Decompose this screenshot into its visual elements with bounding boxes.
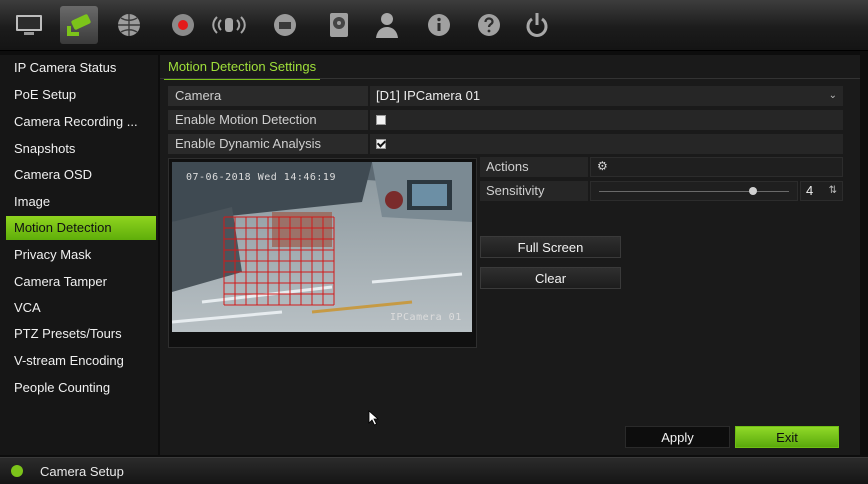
- actions-label: Actions: [480, 157, 588, 177]
- enable-motion-detection-label: Enable Motion Detection: [168, 110, 368, 130]
- camera-select-value: [D1] IPCamera 01: [376, 88, 481, 103]
- sensitivity-label: Sensitivity: [480, 181, 588, 201]
- osd-camera-name: IPCamera 01: [390, 312, 462, 323]
- exit-button[interactable]: Exit: [735, 426, 839, 448]
- motion-detection-grid[interactable]: [172, 162, 472, 332]
- sidebar-item-snapshots[interactable]: Snapshots: [6, 137, 156, 161]
- sidebar-item-camera-recording[interactable]: Camera Recording ...: [6, 110, 156, 134]
- tab-divider: [160, 78, 860, 79]
- sidebar-item-image[interactable]: Image: [6, 190, 156, 214]
- stepper-arrows-icon[interactable]: ⇅: [829, 182, 837, 200]
- sidebar-item-motion-detection[interactable]: Motion Detection: [6, 216, 156, 240]
- sidebar-item-vca[interactable]: VCA: [6, 296, 156, 320]
- slider-track: [599, 191, 789, 192]
- actions-settings[interactable]: ⚙: [590, 157, 843, 177]
- osd-datetime: 07-06-2018 Wed 14:46:19: [186, 172, 336, 183]
- apply-button[interactable]: Apply: [625, 426, 730, 448]
- enable-dynamic-analysis-checkbox[interactable]: [376, 139, 386, 149]
- sidebar-item-camera-osd[interactable]: Camera OSD: [6, 163, 156, 187]
- display-icon[interactable]: [10, 6, 48, 44]
- device-icon[interactable]: [266, 6, 304, 44]
- info-icon[interactable]: [420, 6, 458, 44]
- mouse-cursor-icon: [368, 410, 380, 426]
- help-icon[interactable]: [470, 6, 508, 44]
- full-screen-button[interactable]: Full Screen: [480, 236, 621, 258]
- gear-icon[interactable]: ⚙: [597, 159, 608, 173]
- slider-handle[interactable]: [748, 187, 757, 195]
- enable-dynamic-analysis-label: Enable Dynamic Analysis: [168, 134, 368, 154]
- storage-icon[interactable]: [320, 6, 358, 44]
- sidebar-item-privacy-mask[interactable]: Privacy Mask: [6, 243, 156, 267]
- power-icon[interactable]: [518, 6, 556, 44]
- clear-button[interactable]: Clear: [480, 267, 621, 289]
- sensitivity-stepper[interactable]: 4 ⇅: [800, 181, 843, 201]
- status-bar: Camera Setup: [0, 457, 868, 484]
- status-help-icon: [11, 465, 23, 477]
- camera-select[interactable]: [D1] IPCamera 01 ⌄: [370, 86, 843, 106]
- sidebar-item-camera-tamper[interactable]: Camera Tamper: [6, 270, 156, 294]
- sensitivity-slider[interactable]: [590, 181, 798, 201]
- chevron-down-icon: ⌄: [828, 90, 837, 101]
- enable-motion-detection-row: [370, 110, 843, 130]
- enable-dynamic-analysis-row: [370, 134, 843, 154]
- status-text: Camera Setup: [40, 464, 124, 479]
- enable-motion-detection-checkbox[interactable]: [376, 115, 386, 125]
- sidebar-item-ptz-presets-tours[interactable]: PTZ Presets/Tours: [6, 322, 156, 346]
- user-icon[interactable]: [368, 6, 406, 44]
- sidebar-item-v-stream-encoding[interactable]: V-stream Encoding: [6, 349, 156, 373]
- alarm-icon[interactable]: [210, 6, 248, 44]
- camera-label: Camera: [168, 86, 368, 106]
- sidebar-item-people-counting[interactable]: People Counting: [6, 376, 156, 400]
- sidebar-item-poe-setup[interactable]: PoE Setup: [6, 83, 156, 107]
- sidebar-item-ip-camera-status[interactable]: IP Camera Status: [6, 56, 156, 80]
- camera-preview[interactable]: 07-06-2018 Wed 14:46:19 IPCamera 01: [172, 162, 472, 332]
- sensitivity-value: 4: [806, 183, 814, 198]
- main-toolbar: [0, 0, 868, 51]
- network-icon[interactable]: [110, 6, 148, 44]
- tab-motion-detection-settings[interactable]: Motion Detection Settings: [164, 56, 321, 80]
- camera-icon[interactable]: [60, 6, 98, 44]
- record-icon[interactable]: [164, 6, 202, 44]
